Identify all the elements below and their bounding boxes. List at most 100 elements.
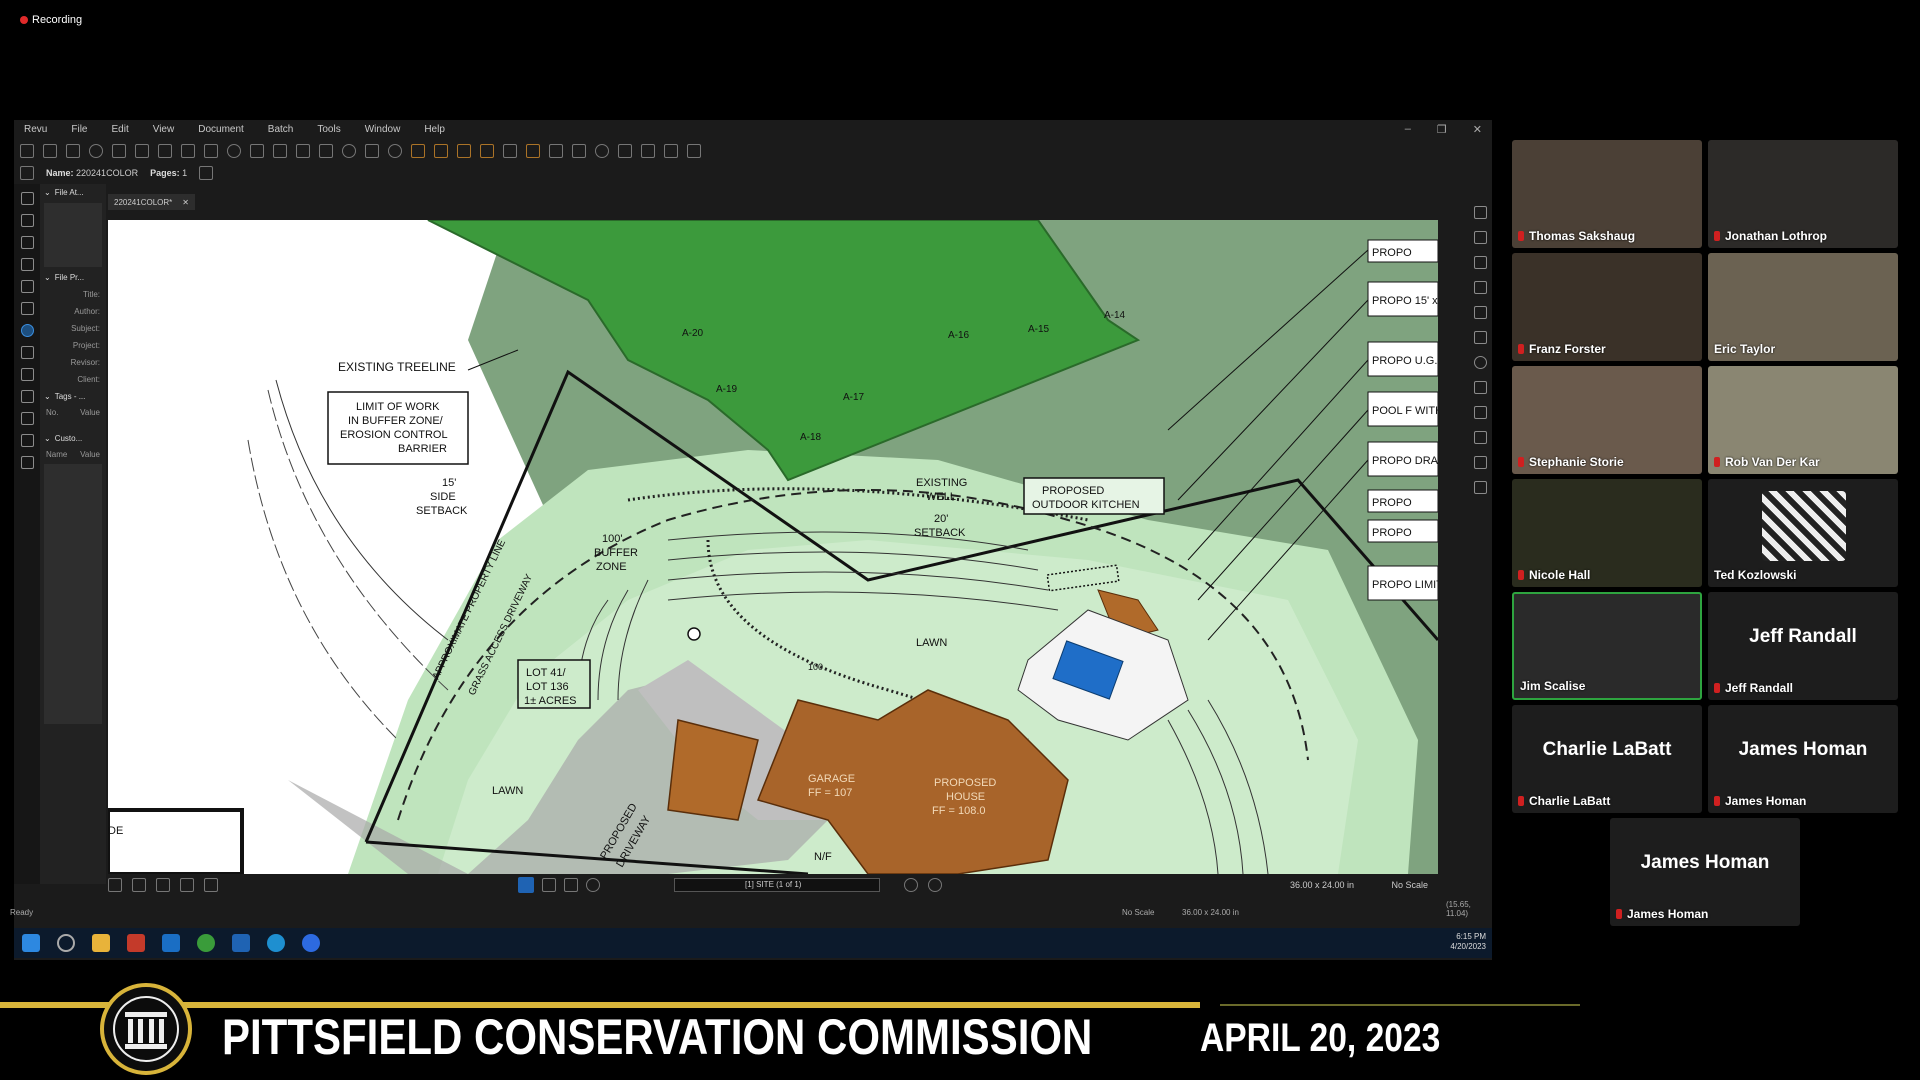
count-icon[interactable] xyxy=(319,144,333,158)
menu-file[interactable]: File xyxy=(71,124,87,135)
polyline-tool-icon[interactable] xyxy=(1473,281,1487,294)
chrome-icon[interactable] xyxy=(197,934,215,952)
angle-icon[interactable] xyxy=(365,144,379,158)
highlighter-icon[interactable] xyxy=(526,144,540,158)
minimize-icon[interactable]: – xyxy=(1405,123,1411,135)
leader-icon[interactable] xyxy=(618,144,632,158)
image-icon[interactable] xyxy=(664,144,678,158)
file-attachments-header[interactable]: ⌄ File At... xyxy=(40,184,106,201)
drawing-canvas[interactable]: EXISTING TREELINE LIMIT OF WORK IN BUFFE… xyxy=(108,220,1438,874)
ellipse-tool-icon[interactable] xyxy=(1473,356,1487,369)
participant-tile[interactable]: Thomas Sakshaug xyxy=(1512,140,1702,248)
properties-icon[interactable] xyxy=(20,324,34,337)
polygon-icon[interactable] xyxy=(204,144,218,158)
file-properties-header[interactable]: ⌄ File Pr... xyxy=(40,269,106,286)
rotate-icon[interactable] xyxy=(89,144,103,158)
link-tool-icon[interactable] xyxy=(1473,456,1487,469)
arrow-markup-icon[interactable] xyxy=(480,144,494,158)
menu-window[interactable]: Window xyxy=(365,124,401,135)
target-icon[interactable] xyxy=(342,144,356,158)
measurements-icon[interactable] xyxy=(20,346,34,359)
previous-view-icon[interactable] xyxy=(904,878,918,892)
close-icon[interactable]: ✕ xyxy=(1473,123,1482,136)
tool-chest-icon[interactable] xyxy=(20,302,34,315)
participant-tile-active-speaker[interactable]: Jim Scalise xyxy=(1512,592,1702,700)
edge-icon[interactable] xyxy=(267,934,285,952)
polyline-icon[interactable] xyxy=(181,144,195,158)
app-icon[interactable] xyxy=(127,934,145,952)
menu-tools[interactable]: Tools xyxy=(317,124,340,135)
links-icon[interactable] xyxy=(20,390,34,403)
length-icon[interactable] xyxy=(296,144,310,158)
participant-tile[interactable]: Stephanie Storie xyxy=(1512,366,1702,474)
more-tools-icon[interactable] xyxy=(1473,481,1487,494)
compare-icon[interactable] xyxy=(135,144,149,158)
restore-icon[interactable]: ❐ xyxy=(1437,123,1447,136)
bluebeam-icon[interactable] xyxy=(232,934,250,952)
search-icon[interactable] xyxy=(20,434,34,447)
participant-tile[interactable]: Nicole Hall xyxy=(1512,479,1702,587)
polygon-tool-icon[interactable] xyxy=(1473,381,1487,394)
bookmarks-icon[interactable] xyxy=(20,236,34,249)
studio-icon[interactable] xyxy=(20,456,34,469)
sets-icon[interactable] xyxy=(20,280,34,293)
menu-revu[interactable]: Revu xyxy=(24,124,47,135)
textbox-icon[interactable] xyxy=(503,144,517,158)
select-tool-icon[interactable] xyxy=(20,144,34,158)
page-navigator[interactable]: [1] SITE (1 of 1) xyxy=(674,878,880,892)
view-grid-icon[interactable] xyxy=(156,878,170,892)
menu-view[interactable]: View xyxy=(153,124,175,135)
line-tool-icon[interactable] xyxy=(1473,206,1487,219)
crop-icon[interactable] xyxy=(158,144,172,158)
tab-220241color[interactable]: 220241COLOR* ✕ xyxy=(108,194,195,210)
file-access-icon[interactable] xyxy=(20,192,34,205)
participant-tile[interactable]: Jeff Randall Jeff Randall xyxy=(1708,592,1898,700)
outlook-icon[interactable] xyxy=(162,934,180,952)
close-tab-icon[interactable]: ✕ xyxy=(182,198,189,207)
participant-tile[interactable]: James Homan James Homan xyxy=(1708,705,1898,813)
snapshot-icon[interactable] xyxy=(687,144,701,158)
pen-icon[interactable] xyxy=(549,144,563,158)
view-split-icon[interactable] xyxy=(132,878,146,892)
circle-icon[interactable] xyxy=(595,144,609,158)
area-icon[interactable] xyxy=(250,144,264,158)
next-view-icon[interactable] xyxy=(928,878,942,892)
participant-tile[interactable]: Franz Forster xyxy=(1512,253,1702,361)
participant-tile[interactable]: James Homan James Homan xyxy=(1610,818,1800,926)
participant-tile[interactable]: Eric Taylor xyxy=(1708,253,1898,361)
cloud-tool-icon[interactable] xyxy=(1473,431,1487,444)
rectangle-tool-icon[interactable] xyxy=(1473,331,1487,344)
callout-icon[interactable] xyxy=(572,144,586,158)
arrow-tool-icon[interactable] xyxy=(1473,231,1487,244)
participant-tile[interactable]: Ted Kozlowski xyxy=(1708,479,1898,587)
zoom-icon[interactable] xyxy=(586,878,600,892)
lasso-tool-icon[interactable] xyxy=(1473,406,1487,419)
stamp-user-icon[interactable] xyxy=(641,144,655,158)
text-select-icon[interactable] xyxy=(564,878,578,892)
select-text-icon[interactable] xyxy=(542,878,556,892)
participant-tile[interactable]: Rob Van Der Kar xyxy=(1708,366,1898,474)
menu-document[interactable]: Document xyxy=(198,124,244,135)
tags-header[interactable]: ⌄ Tags - ... xyxy=(40,388,106,405)
page-icon[interactable] xyxy=(199,166,214,180)
layers-icon[interactable] xyxy=(20,258,34,271)
radius-icon[interactable] xyxy=(388,144,402,158)
dimension-tool-icon[interactable] xyxy=(1473,306,1487,319)
view-single-icon[interactable] xyxy=(108,878,122,892)
ellipse-markup-icon[interactable] xyxy=(457,144,471,158)
perimeter-icon[interactable] xyxy=(273,144,287,158)
text-tool-icon[interactable] xyxy=(112,144,126,158)
signatures-icon[interactable] xyxy=(20,368,34,381)
menu-batch[interactable]: Batch xyxy=(268,124,294,135)
forms-icon[interactable] xyxy=(20,412,34,425)
pan-tool-icon[interactable] xyxy=(518,877,534,893)
zoom-app-icon[interactable] xyxy=(302,934,320,952)
overlay-icon[interactable] xyxy=(204,878,218,892)
arc-tool-icon[interactable] xyxy=(1473,256,1487,269)
menu-edit[interactable]: Edit xyxy=(111,124,128,135)
back-icon[interactable] xyxy=(43,144,57,158)
rectangle-markup-icon[interactable] xyxy=(434,144,448,158)
thumbnails-icon[interactable] xyxy=(20,214,34,227)
cloud-icon[interactable] xyxy=(227,144,241,158)
stamp-icon[interactable] xyxy=(411,144,425,158)
